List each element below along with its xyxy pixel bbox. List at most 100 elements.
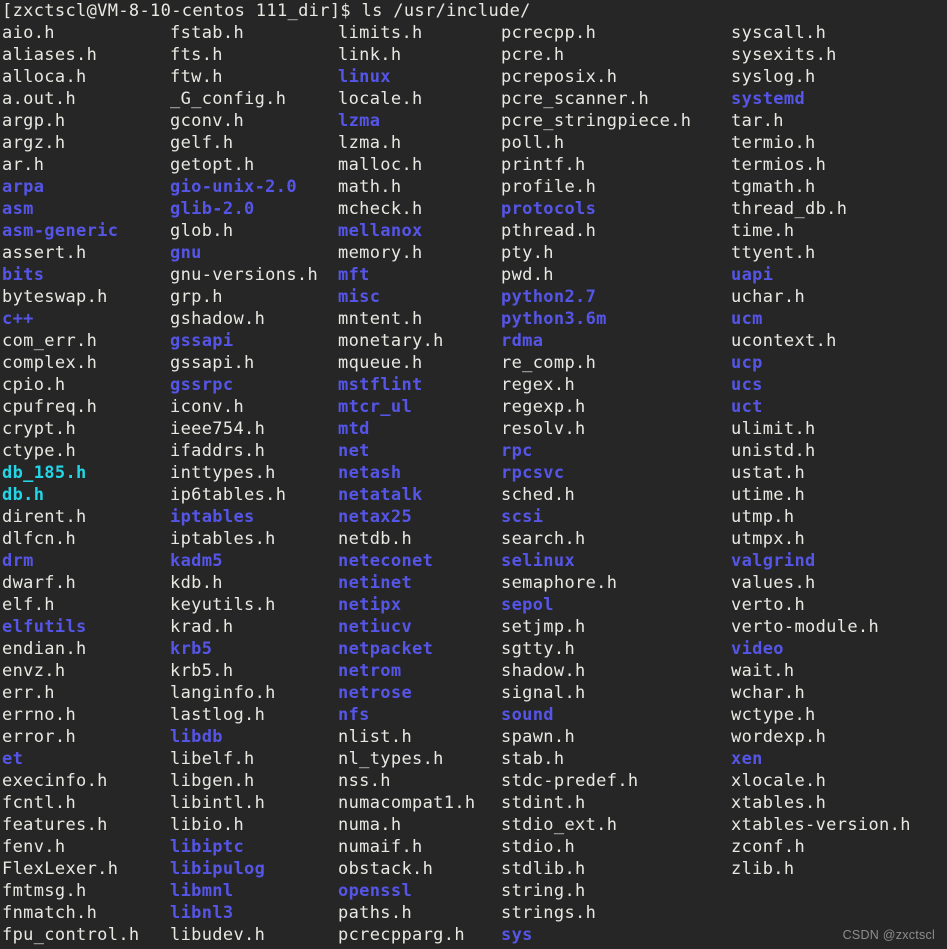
file-entry: libgen.h [170,771,255,791]
directory-entry: gio-unix-2.0 [170,177,297,197]
file-entry: dirent.h [2,507,87,527]
file-entry: regexp.h [501,397,586,417]
directory-entry: iptables [170,507,255,527]
directory-entry: netax25 [338,507,413,527]
listing-column-3: pcrecpp.h pcre.h pcreposix.h pcre_scanner.h… [501,22,691,946]
file-entry: ucontext.h [731,331,837,351]
file-entry: paths.h [338,903,413,923]
file-entry: pcre_stringpiece.h [501,111,692,131]
directory-entry: rdma [501,331,544,351]
directory-entry: libnl3 [170,903,234,923]
directory-entry: netiucv [338,617,413,637]
file-entry: ar.h [2,155,45,175]
file-entry: langinfo.h [170,683,276,703]
file-entry: kdb.h [170,573,223,593]
file-entry: gssapi.h [170,353,255,373]
file-entry: cpufreq.h [2,397,98,417]
file-entry: fpu_control.h [2,925,140,945]
file-entry: termios.h [731,155,827,175]
file-entry: sysexits.h [731,45,837,65]
file-entry: aliases.h [2,45,98,65]
csdn-watermark: CSDN @zxctscl [842,928,935,942]
file-entry: utmp.h [731,507,795,527]
directory-entry: sepol [501,595,554,615]
directory-entry: rpc [501,441,533,461]
file-entry: setjmp.h [501,617,586,637]
file-entry: keyutils.h [170,595,276,615]
file-entry: resolv.h [501,419,586,439]
directory-entry: asm-generic [2,221,119,241]
listing-column-2: limits.h link.h linux locale.h lzma lzma.h mal… [338,22,475,946]
listing-column-1: fstab.h fts.h ftw.h _G_config.h gconv.h gelf.… [170,22,318,946]
directory-entry: et [2,749,24,769]
file-entry: stdlib.h [501,859,586,879]
directory-entry: glib-2.0 [170,199,255,219]
file-entry: link.h [338,45,402,65]
file-entry: tar.h [731,111,784,131]
file-entry: FlexLexer.h [2,859,119,879]
file-entry: nss.h [338,771,391,791]
file-entry: argp.h [2,111,66,131]
directory-entry: netrom [338,661,402,681]
file-entry: elf.h [2,595,55,615]
file-entry: mqueue.h [338,353,423,373]
directory-entry: openssl [338,881,413,901]
file-entry: gconv.h [170,111,245,131]
file-entry: mntent.h [338,309,423,329]
directory-entry: scsi [501,507,544,527]
file-entry: sched.h [501,485,576,505]
file-entry: ftw.h [170,67,223,87]
file-entry: signal.h [501,683,586,703]
file-entry: termio.h [731,133,816,153]
directory-entry: misc [338,287,381,307]
file-entry: obstack.h [338,859,434,879]
directory-entry: netipx [338,595,402,615]
file-entry: fmtmsg.h [2,881,87,901]
file-entry: strings.h [501,903,597,923]
file-entry: spawn.h [501,727,576,747]
file-entry: libelf.h [170,749,255,769]
directory-entry: c++ [2,309,34,329]
file-entry: mcheck.h [338,199,423,219]
directory-entry: libdb [170,727,223,747]
directory-entry: linux [338,67,391,87]
file-entry: libio.h [170,815,245,835]
directory-entry: lzma [338,111,381,131]
file-entry: limits.h [338,23,423,43]
file-entry: com_err.h [2,331,98,351]
listing-column-4: syscall.h sysexits.h syslog.h systemd tar.h t… [731,22,911,880]
shell-prompt-line: [zxctscl@VM-8-10-centos 111_dir]$ ls /us… [2,0,531,22]
directory-entry: mtcr_ul [338,397,413,417]
file-entry: fenv.h [2,837,66,857]
directory-entry: rpcsvc [501,463,565,483]
file-entry: xtables-version.h [731,815,911,835]
directory-entry: valgrind [731,551,816,571]
file-entry: error.h [2,727,77,747]
file-entry: grp.h [170,287,223,307]
directory-entry: gssapi [170,331,234,351]
file-entry: a.out.h [2,89,77,109]
directory-entry: python3.6m [501,309,607,329]
file-entry: pwd.h [501,265,554,285]
file-entry: sgtty.h [501,639,576,659]
file-entry: search.h [501,529,586,549]
directory-entry: nfs [338,705,370,725]
file-entry: verto.h [731,595,806,615]
directory-entry: ucs [731,375,763,395]
file-entry: features.h [2,815,108,835]
prompt-text: [zxctscl@VM-8-10-centos 111_dir]$ ls /us… [2,1,531,21]
directory-entry: python2.7 [501,287,597,307]
directory-entry: mft [338,265,370,285]
file-entry: gelf.h [170,133,234,153]
file-entry: numaif.h [338,837,423,857]
file-entry: monetary.h [338,331,444,351]
file-entry: iptables.h [170,529,276,549]
file-entry: libudev.h [170,925,266,945]
directory-entry: libipulog [170,859,266,879]
file-entry: crypt.h [2,419,77,439]
file-entry: envz.h [2,661,66,681]
file-entry: syscall.h [731,23,827,43]
symlink-entry: db.h [2,485,45,505]
terminal-window[interactable]: [zxctscl@VM-8-10-centos 111_dir]$ ls /us… [0,0,947,949]
file-entry: stdio_ext.h [501,815,618,835]
